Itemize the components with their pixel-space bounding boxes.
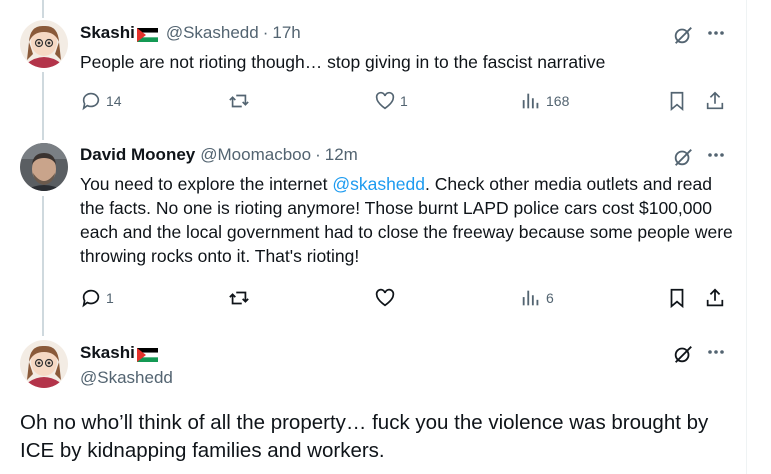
tweet-text: People are not rioting though… stop givi… [80, 50, 740, 74]
views-count: 6 [546, 290, 554, 306]
like-icon [374, 90, 396, 112]
retweet-button[interactable] [228, 287, 254, 309]
timestamp[interactable]: 17h [272, 22, 300, 44]
tweet[interactable]: David Mooney @Moomacboo · 12m You need t… [0, 130, 746, 326]
tweet-text-before: You need to explore the internet [80, 174, 333, 194]
retweet-icon [228, 90, 250, 112]
reply-count: 14 [106, 93, 122, 109]
like-button[interactable] [374, 287, 400, 309]
avatar[interactable] [20, 20, 68, 68]
reply-icon [80, 90, 102, 112]
timestamp[interactable]: 12m [325, 144, 358, 166]
tweet-text-content: People are not rioting though… stop givi… [80, 52, 606, 72]
bookmark-icon [666, 90, 688, 112]
author-handle[interactable]: @Moomacboo [200, 144, 311, 166]
separator-dot: · [315, 145, 321, 164]
views-button[interactable]: 168 [520, 90, 569, 112]
author-handle[interactable]: @Skashedd [80, 367, 173, 389]
author-name[interactable]: Skashi [80, 22, 135, 44]
more-icon[interactable] [706, 342, 726, 367]
views-icon [520, 90, 542, 112]
avatar[interactable] [20, 143, 68, 191]
mention-link[interactable]: @skashedd [332, 174, 425, 194]
bookmark-button[interactable] [666, 90, 688, 112]
author-name[interactable]: David Mooney [80, 144, 195, 166]
main-tweet[interactable]: Skashi @Skashedd Oh no who’ll think of a… [0, 326, 746, 474]
reply-button[interactable]: 1 [80, 287, 114, 309]
share-icon [704, 287, 726, 309]
reply-count: 1 [106, 290, 114, 306]
separator-dot: · [262, 23, 269, 42]
grok-icon[interactable] [672, 343, 694, 370]
author-handle[interactable]: @Skashedd [166, 22, 259, 44]
palestine-flag-icon [136, 26, 158, 42]
share-button[interactable] [704, 287, 726, 309]
like-icon [374, 287, 396, 309]
grok-icon[interactable] [672, 146, 694, 173]
share-icon [704, 90, 726, 112]
grok-icon[interactable] [672, 24, 694, 51]
retweet-button[interactable] [228, 90, 254, 112]
column-border [746, 0, 747, 474]
bookmark-button[interactable] [666, 287, 688, 309]
bookmark-icon [666, 287, 688, 309]
like-button[interactable]: 1 [374, 90, 408, 112]
views-count: 168 [546, 93, 570, 109]
main-tweet-text: Oh no who’ll think of all the property… … [20, 411, 709, 462]
views-icon [520, 287, 542, 309]
palestine-flag-icon [136, 346, 158, 362]
retweet-icon [228, 287, 250, 309]
views-button[interactable]: 6 [520, 287, 554, 309]
like-count: 1 [400, 93, 408, 109]
reply-button[interactable]: 14 [80, 90, 122, 112]
avatar[interactable] [20, 340, 68, 388]
reply-icon [80, 287, 102, 309]
tweet[interactable]: Skashi @Skashedd · 17h People are not ri… [0, 0, 746, 130]
more-icon[interactable] [706, 23, 726, 48]
author-name[interactable]: Skashi [80, 342, 135, 364]
tweet-text: You need to explore the internet @skashe… [80, 172, 740, 268]
share-button[interactable] [704, 90, 726, 112]
more-icon[interactable] [706, 145, 726, 170]
